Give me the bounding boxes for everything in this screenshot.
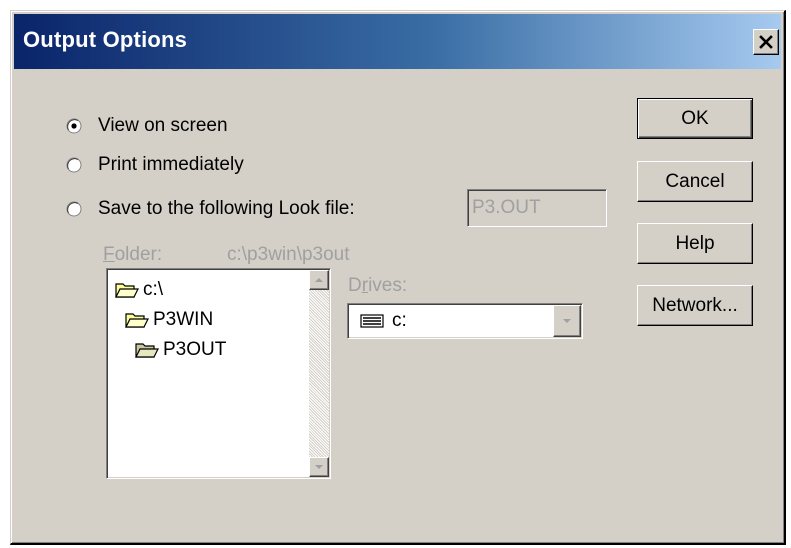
folder-label: Folder: [103, 244, 162, 266]
radio-label-print-immediately: Print immediately [98, 154, 244, 175]
ok-button[interactable]: OK [637, 98, 753, 139]
radio-button-icon[interactable] [66, 157, 82, 173]
folder-scrollbar[interactable] [309, 270, 329, 477]
drives-selected: c: [392, 310, 407, 331]
radio-label-view-on-screen: View on screen [98, 115, 228, 136]
close-icon [759, 35, 773, 49]
folder-item-p3out[interactable]: P3OUT [135, 337, 226, 363]
look-file-value: P3.OUT [472, 197, 541, 218]
radio-view-on-screen[interactable]: View on screen [66, 115, 326, 139]
chevron-down-icon [563, 319, 571, 323]
look-file-input[interactable]: P3.OUT [467, 189, 607, 227]
folder-item-root[interactable]: c:\ [115, 277, 163, 303]
scroll-down-button[interactable] [309, 457, 329, 477]
folder-item-label: c:\ [143, 279, 164, 300]
scroll-up-button[interactable] [309, 270, 329, 290]
close-button[interactable] [753, 29, 779, 55]
help-button[interactable]: Help [637, 223, 753, 264]
open-folder-icon [115, 283, 139, 298]
title-bar: Output Options [14, 14, 781, 69]
drives-label: Drives: [348, 275, 408, 296]
network-button[interactable]: Network... [637, 285, 753, 326]
folder-label-accel: F [103, 244, 115, 265]
drives-label-accel: r [361, 275, 369, 296]
folder-label-rest: older: [114, 244, 163, 265]
radio-button-selected-icon[interactable] [66, 118, 82, 134]
radio-button-icon[interactable] [66, 201, 82, 217]
folder-path: c:\p3win\p3out [227, 244, 350, 265]
radio-print-immediately[interactable]: Print immediately [66, 154, 326, 178]
drives-combobox[interactable]: c: [347, 303, 583, 339]
output-options-dialog: Output Options View on screen Print imme… [10, 10, 786, 545]
drives-dropdown-button[interactable] [553, 305, 581, 337]
dialog-title: Output Options [23, 27, 188, 52]
open-folder-icon [135, 343, 159, 358]
folder-item-p3win[interactable]: P3WIN [125, 307, 213, 333]
open-folder-icon [125, 313, 149, 328]
arrow-down-icon [315, 465, 323, 469]
folder-item-label: P3WIN [153, 309, 214, 330]
radio-save-to-file[interactable]: Save to the following Look file: [66, 198, 426, 222]
folder-item-label: P3OUT [163, 339, 227, 360]
folder-listbox[interactable]: c:\ P3WIN P3OUT [106, 268, 331, 479]
hard-drive-icon [360, 314, 384, 328]
cancel-button[interactable]: Cancel [637, 161, 753, 202]
arrow-up-icon [315, 278, 323, 282]
radio-label-save-to-file: Save to the following Look file: [98, 198, 355, 219]
